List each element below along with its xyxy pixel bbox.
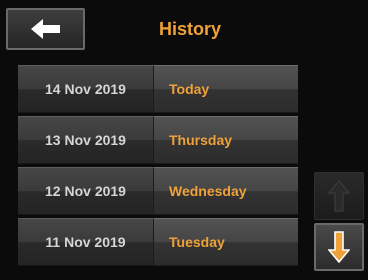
arrow-up-icon [328,180,350,212]
arrow-down-icon [328,231,350,263]
history-date: 11 Nov 2019 [18,218,153,266]
history-day: Wednesday [153,167,298,215]
arrow-left-icon [30,19,60,39]
history-row[interactable]: 14 Nov 2019 Today [18,65,298,113]
history-date: 13 Nov 2019 [18,116,153,164]
scroll-down-button[interactable] [314,223,364,271]
history-day: Tuesday [153,218,298,266]
history-row[interactable]: 11 Nov 2019 Tuesday [18,218,298,266]
history-list: 14 Nov 2019 Today 13 Nov 2019 Thursday 1… [18,65,298,269]
history-row[interactable]: 12 Nov 2019 Wednesday [18,167,298,215]
history-day: Today [153,65,298,113]
scroll-up-button[interactable] [314,172,364,220]
back-button[interactable] [6,8,85,50]
history-date: 14 Nov 2019 [18,65,153,113]
history-date: 12 Nov 2019 [18,167,153,215]
history-day: Thursday [153,116,298,164]
history-row[interactable]: 13 Nov 2019 Thursday [18,116,298,164]
page-title: History [158,19,221,39]
